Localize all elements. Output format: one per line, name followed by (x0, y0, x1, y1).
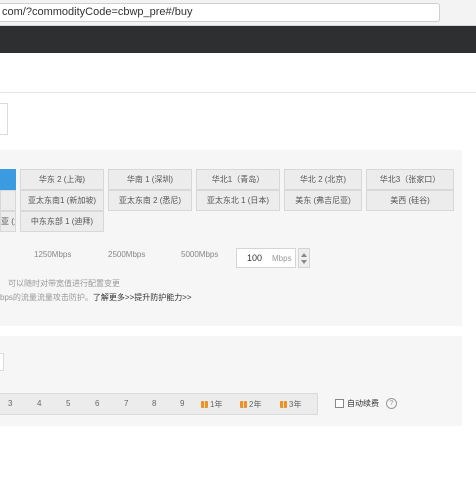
region-button[interactable]: 亚 (孟买) (0, 211, 16, 232)
bandwidth-tick: 1250Mbps (34, 250, 72, 259)
bandwidth-input[interactable]: 100 Mbps (236, 248, 296, 268)
region-button[interactable]: 美西 (硅谷) (366, 190, 454, 211)
caret-up-icon[interactable] (301, 253, 307, 257)
divider (0, 92, 476, 93)
region-button[interactable]: 亚太东北 1 (日本) (196, 190, 280, 211)
region-button[interactable] (0, 190, 16, 211)
protection-hint-text: bps的流量流量攻击防护。 (0, 293, 93, 302)
bandwidth-hint: 可以随时对带宽值进行配置变更 (8, 279, 120, 288)
auto-renew-checkbox[interactable] (335, 399, 344, 408)
region-button[interactable]: 亚太东南 2 (悉尼) (108, 190, 192, 211)
duration-option[interactable]: 4 (37, 399, 41, 408)
address-bar[interactable]: com/?commodityCode=cbwp_pre#/buy (0, 3, 440, 22)
bandwidth-slider[interactable]: 1250Mbps 2500Mbps 5000Mbps (0, 246, 232, 268)
region-button[interactable]: 美东 (弗吉尼亚) (284, 190, 362, 211)
duration-option[interactable]: 3 (8, 399, 12, 408)
duration-selector: 3 4 5 6 7 8 9 1年 2年 3年 (0, 393, 318, 415)
region-button[interactable]: 华北 2 (北京) (284, 169, 362, 190)
learn-more-link[interactable]: 了解更多>>提升防护能力>> (93, 293, 192, 302)
auto-renew-label[interactable]: 自动续费 (347, 398, 379, 409)
bandwidth-stepper[interactable] (298, 248, 310, 268)
region-button-selected[interactable] (0, 169, 16, 190)
region-button[interactable]: 华东 2 (上海) (20, 169, 104, 190)
option-selector[interactable] (0, 353, 4, 371)
bandwidth-value: 100 (247, 253, 263, 263)
bandwidth-unit: Mbps (272, 254, 292, 263)
duration-option-year[interactable]: 2年 (240, 399, 261, 410)
region-button[interactable]: 亚太东南1 (新加坡) (20, 190, 104, 211)
region-button[interactable]: 华南 1 (深圳) (108, 169, 192, 190)
region-button[interactable]: 华北1（青岛） (196, 169, 280, 190)
tab-selector[interactable] (0, 103, 8, 135)
gift-icon (280, 401, 287, 408)
duration-option[interactable]: 9 (180, 399, 184, 408)
protection-hint: bps的流量流量攻击防护。了解更多>>提升防护能力>> (0, 292, 192, 303)
bandwidth-tick: 2500Mbps (108, 250, 146, 259)
region-button[interactable]: 华北3（张家口） (366, 169, 454, 190)
gift-icon (201, 401, 208, 408)
duration-option[interactable]: 7 (124, 399, 128, 408)
duration-option[interactable]: 6 (95, 399, 99, 408)
region-button[interactable]: 中东东部 1 (迪拜) (20, 211, 104, 232)
duration-option[interactable]: 8 (152, 399, 156, 408)
top-navigation-bar (0, 26, 476, 53)
duration-option-year[interactable]: 3年 (280, 399, 301, 410)
gift-icon (240, 401, 247, 408)
help-icon[interactable]: ? (386, 398, 397, 409)
duration-option[interactable]: 5 (66, 399, 70, 408)
bandwidth-tick: 5000Mbps (181, 250, 219, 259)
caret-down-icon[interactable] (301, 260, 307, 264)
browser-toolbar: com/?commodityCode=cbwp_pre#/buy (0, 0, 476, 26)
duration-option-year[interactable]: 1年 (201, 399, 222, 410)
